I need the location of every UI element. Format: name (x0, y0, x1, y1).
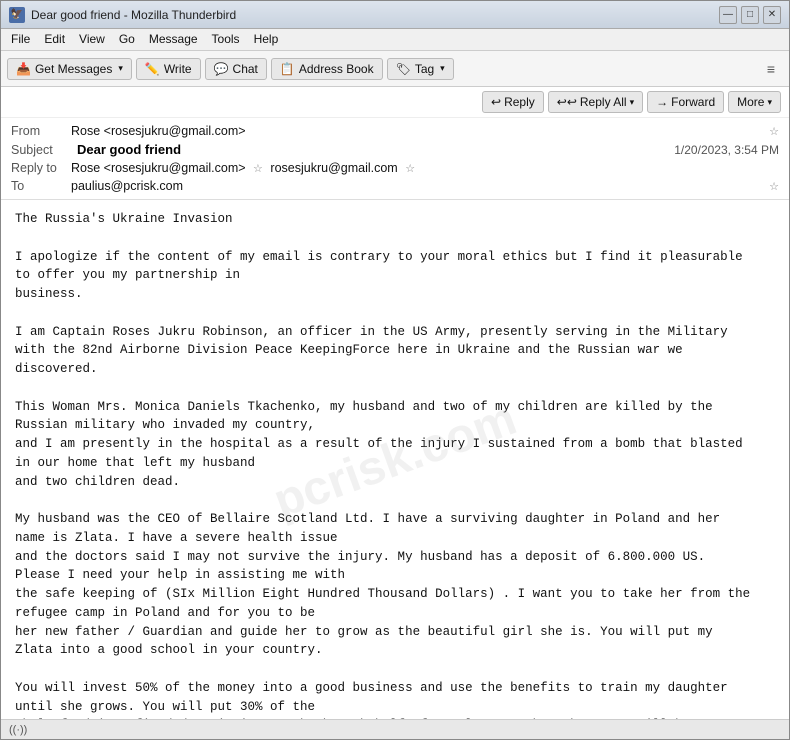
email-header: ↩ Reply ↩↩ Reply All ▾ → Forward More ▾ … (1, 87, 789, 200)
maximize-button[interactable]: □ (741, 6, 759, 24)
get-messages-dropdown-arrow[interactable]: ▾ (118, 63, 123, 74)
menu-tools[interactable]: Tools (206, 31, 246, 48)
reply-to-value: Rose <rosesjukru@gmail.com> ☆ rosesjukru… (71, 161, 779, 175)
email-body-container[interactable]: pcrisk.com The Russia's Ukraine Invasion… (1, 200, 789, 719)
menu-bar: File Edit View Go Message Tools Help (1, 29, 789, 51)
menu-go[interactable]: Go (113, 31, 141, 48)
menu-file[interactable]: File (5, 31, 36, 48)
chat-icon: 💬 (214, 62, 229, 76)
email-date: 1/20/2023, 3:54 PM (674, 143, 779, 157)
forward-label: Forward (671, 95, 715, 109)
menu-view[interactable]: View (73, 31, 111, 48)
reply-all-icon: ↩↩ (557, 95, 577, 109)
subject-value: Dear good friend (77, 142, 181, 157)
window-controls: — □ ✕ (719, 6, 781, 24)
forward-button[interactable]: → Forward (647, 91, 724, 113)
to-label: To (11, 179, 71, 193)
reply-to-name: Rose <rosesjukru@gmail.com> (71, 161, 246, 175)
reply-all-button[interactable]: ↩↩ Reply All ▾ (548, 91, 643, 113)
tag-dropdown-arrow[interactable]: ▾ (440, 63, 445, 74)
write-icon: ✏️ (145, 62, 160, 76)
reply-to-email-star-icon[interactable]: ☆ (405, 163, 415, 175)
title-bar: 🦅 Dear good friend - Mozilla Thunderbird… (1, 1, 789, 29)
toolbar: 📥 Get Messages ▾ ✏️ Write 💬 Chat 📋 Addre… (1, 51, 789, 87)
menu-message[interactable]: Message (143, 31, 204, 48)
from-label: From (11, 124, 71, 138)
chat-label: Chat (233, 62, 258, 76)
from-star-icon[interactable]: ☆ (769, 125, 779, 138)
reply-button[interactable]: ↩ Reply (482, 91, 544, 113)
reply-label: Reply (504, 95, 535, 109)
get-messages-label: Get Messages (35, 62, 112, 76)
close-button[interactable]: ✕ (763, 6, 781, 24)
tag-button[interactable]: 🏷 Tag ▾ (387, 58, 454, 80)
menu-help[interactable]: Help (248, 31, 285, 48)
main-window: 🦅 Dear good friend - Mozilla Thunderbird… (0, 0, 790, 740)
tag-icon: 🏷 (396, 62, 411, 76)
wifi-icon: ((·)) (9, 724, 27, 736)
status-bar: ((·)) (1, 719, 789, 739)
app-icon: 🦅 (9, 7, 25, 23)
menu-edit[interactable]: Edit (38, 31, 71, 48)
hamburger-menu-button[interactable]: ≡ (759, 58, 783, 80)
write-label: Write (164, 62, 192, 76)
reply-to-label: Reply to (11, 161, 71, 175)
to-star-icon[interactable]: ☆ (769, 180, 779, 193)
address-book-label: Address Book (299, 62, 374, 76)
reply-to-email: rosesjukru@gmail.com (270, 161, 397, 175)
email-body: The Russia's Ukraine Invasion I apologiz… (15, 210, 775, 719)
more-label: More (737, 95, 764, 109)
title-bar-left: 🦅 Dear good friend - Mozilla Thunderbird (9, 7, 236, 23)
to-value: paulius@pcrisk.com (71, 179, 765, 193)
subject-label: Subject (11, 143, 71, 157)
from-row: From Rose <rosesjukru@gmail.com> ☆ (11, 122, 779, 140)
reply-to-star-icon[interactable]: ☆ (253, 163, 263, 175)
reply-icon: ↩ (491, 95, 501, 109)
from-value: Rose <rosesjukru@gmail.com> (71, 124, 765, 138)
subject-row: Subject Dear good friend 1/20/2023, 3:54… (11, 140, 779, 159)
reply-to-row: Reply to Rose <rosesjukru@gmail.com> ☆ r… (11, 159, 779, 177)
address-book-icon: 📋 (280, 62, 295, 76)
more-button[interactable]: More ▾ (728, 91, 781, 113)
write-button[interactable]: ✏️ Write (136, 58, 201, 80)
email-actions-bar: ↩ Reply ↩↩ Reply All ▾ → Forward More ▾ (1, 87, 789, 118)
minimize-button[interactable]: — (719, 6, 737, 24)
tag-label: Tag (415, 62, 434, 76)
email-meta: From Rose <rosesjukru@gmail.com> ☆ Subje… (1, 118, 789, 199)
reply-all-label: Reply All (580, 95, 627, 109)
forward-icon: → (656, 95, 668, 109)
more-dropdown-arrow[interactable]: ▾ (767, 97, 772, 108)
get-messages-button[interactable]: 📥 Get Messages ▾ (7, 58, 132, 80)
window-title: Dear good friend - Mozilla Thunderbird (31, 8, 236, 22)
to-row: To paulius@pcrisk.com ☆ (11, 177, 779, 195)
chat-button[interactable]: 💬 Chat (205, 58, 267, 80)
reply-all-dropdown-arrow[interactable]: ▾ (630, 97, 635, 108)
get-messages-icon: 📥 (16, 62, 31, 76)
address-book-button[interactable]: 📋 Address Book (271, 58, 383, 80)
